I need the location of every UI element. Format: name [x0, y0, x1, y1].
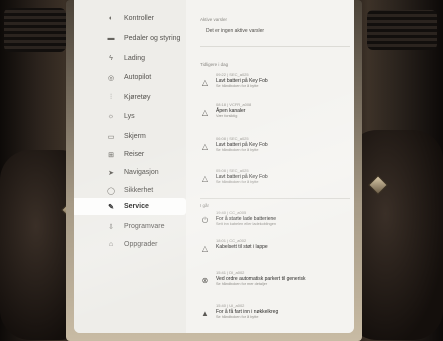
- warning-icon: △: [201, 142, 209, 151]
- alert-code: 15:41 | DI_a002: [216, 270, 245, 275]
- alert-subtitle: Se håndboken for å bytte: [216, 315, 259, 319]
- car-alert-icon: ⊗: [201, 276, 209, 285]
- sliders-icon: ⫶: [110, 93, 112, 101]
- download-icon: ⇩: [108, 223, 114, 231]
- sidebar-item-label: Service: [124, 203, 149, 210]
- sidebar-item-navigasjon[interactable]: ➤ Navigasjon: [74, 164, 186, 181]
- recent-alerts-header: Tidligere i dag: [200, 62, 229, 67]
- service-alerts-panel: Aktive varsler Det er ingen aktive varsl…: [186, 0, 354, 333]
- alert-code: 09:22 | SEC_a025: [216, 72, 249, 77]
- divider: [200, 198, 350, 199]
- alert-code: 18:01 | CC_a002: [216, 238, 247, 243]
- alert-item[interactable]: 08:18 | VCFR_a008 △ Åpen kanaler Vær for…: [200, 102, 348, 119]
- alert-code: 05:08 | SEC_a025: [216, 168, 249, 173]
- sidebar-item-programvare[interactable]: ⇩ Programvare: [74, 218, 186, 235]
- air-vent-right: [367, 10, 437, 50]
- alert-title: Kabelsett til støt i lappe: [216, 244, 268, 250]
- warning-icon: △: [201, 108, 209, 117]
- sidebar-item-label: Kontroller: [124, 15, 154, 22]
- sidebar-item-kjoretoy[interactable]: ⫶ Kjøretøy: [74, 89, 186, 106]
- warning-icon: △: [201, 244, 209, 253]
- alert-item[interactable]: 06:08 | SEC_a025 △ Lavt batteri på Key F…: [200, 136, 348, 153]
- toggle-icon: ◐: [108, 15, 114, 22]
- lightning-icon: ϟ: [109, 55, 113, 62]
- sidebar-item-label: Skjerm: [124, 133, 146, 140]
- touchscreen: ◐ Kontroller ▬ Pedaler og styring ϟ Ladi…: [74, 0, 354, 333]
- alert-item[interactable]: 09:22 | SEC_a025 △ Lavt batteri på Key F…: [200, 72, 348, 89]
- sidebar-item-label: Lading: [124, 55, 146, 62]
- sidebar-item-label: Pedaler og styring: [124, 35, 181, 42]
- alert-subtitle: Se håndboken for mer detaljer: [216, 282, 268, 286]
- alert-code: 15:40 | UI_a002: [216, 303, 245, 308]
- sidebar-item-service[interactable]: ✎ Service: [74, 198, 186, 215]
- alert-subtitle: Sett inn kabelen eller ladekoblingen: [216, 222, 276, 226]
- sidebar-item-label: Sikkerhet: [124, 187, 154, 194]
- sidebar-item-pedaler[interactable]: ▬ Pedaler og styring: [74, 30, 186, 47]
- car-icon: ▬: [107, 35, 115, 42]
- steering-wheel-icon: ◎: [107, 74, 115, 82]
- sidebar-item-kontroller[interactable]: ◐ Kontroller: [74, 10, 186, 27]
- alert-code: 19:40 | CC_a005: [216, 210, 247, 215]
- air-vent-left: [4, 8, 66, 52]
- sidebar-item-label: Programvare: [124, 223, 165, 230]
- sidebar-item-label: Navigasjon: [124, 169, 159, 176]
- sidebar-item-lys[interactable]: ☼ Lys: [74, 108, 186, 125]
- alert-subtitle: Se håndboken for å bytte: [216, 84, 259, 88]
- sidebar-item-label: Reiser: [124, 151, 145, 158]
- sidebar-item-oppgrader[interactable]: ⌂ Oppgrader: [74, 236, 186, 253]
- sidebar-item-lading[interactable]: ϟ Lading: [74, 50, 186, 67]
- sidebar-item-skjerm[interactable]: ▭ Skjerm: [74, 128, 186, 145]
- shield-icon: ◯: [107, 187, 115, 195]
- sidebar-item-reiser[interactable]: ⊞ Reiser: [74, 146, 186, 163]
- alert-item[interactable]: 05:08 | SEC_a025 △ Lavt batteri på Key F…: [200, 168, 348, 185]
- display-icon: ▭: [107, 133, 115, 141]
- bag-icon: ⌂: [108, 241, 114, 248]
- alert-subtitle: Vær forsiktig: [216, 114, 238, 118]
- divider: [200, 46, 350, 47]
- alert-item[interactable]: 19:40 | CC_a005 ⏻ For å starte lade batt…: [200, 210, 348, 227]
- alert-code: 08:18 | VCFR_a008: [216, 102, 252, 107]
- earlier-alerts-header: I går: [200, 203, 210, 208]
- alert-item[interactable]: 18:01 | CC_a002 △ Kabelsett til støt i l…: [200, 238, 348, 253]
- alert-item[interactable]: 15:41 | DI_a002 ⊗ Ved ordre automatisk p…: [200, 270, 348, 287]
- alert-item[interactable]: 15:40 | UI_a002 ▲ For å få fart inn i nø…: [200, 303, 348, 320]
- sidebar-item-autopilot[interactable]: ◎ Autopilot: [74, 69, 186, 86]
- alert-subtitle: Se håndboken for å bytte: [216, 180, 259, 184]
- alert-code: 06:08 | SEC_a025: [216, 136, 249, 141]
- trips-icon: ⊞: [108, 151, 114, 159]
- bulb-icon: ☼: [107, 113, 115, 120]
- active-alerts-header: Aktive varsler: [200, 17, 228, 22]
- no-active-alerts-text: Det er ingen aktive varsler: [206, 28, 265, 34]
- sidebar-item-label: Autopilot: [124, 74, 152, 81]
- sidebar-item-label: Oppgrader: [124, 241, 158, 248]
- warning-icon: △: [201, 174, 209, 183]
- plug-icon: ⏻: [201, 216, 209, 225]
- wrench-icon: ✎: [108, 203, 114, 211]
- sidebar-item-label: Lys: [124, 113, 135, 120]
- navigation-icon: ➤: [108, 169, 114, 177]
- sidebar-item-label: Kjøretøy: [124, 94, 151, 101]
- settings-sidebar: ◐ Kontroller ▬ Pedaler og styring ϟ Ladi…: [74, 0, 187, 333]
- car-icon: ▲: [201, 309, 209, 318]
- alert-subtitle: Se håndboken for å bytte: [216, 148, 259, 152]
- warning-icon: △: [201, 78, 209, 87]
- sidebar-item-sikkerhet[interactable]: ◯ Sikkerhet: [74, 182, 186, 199]
